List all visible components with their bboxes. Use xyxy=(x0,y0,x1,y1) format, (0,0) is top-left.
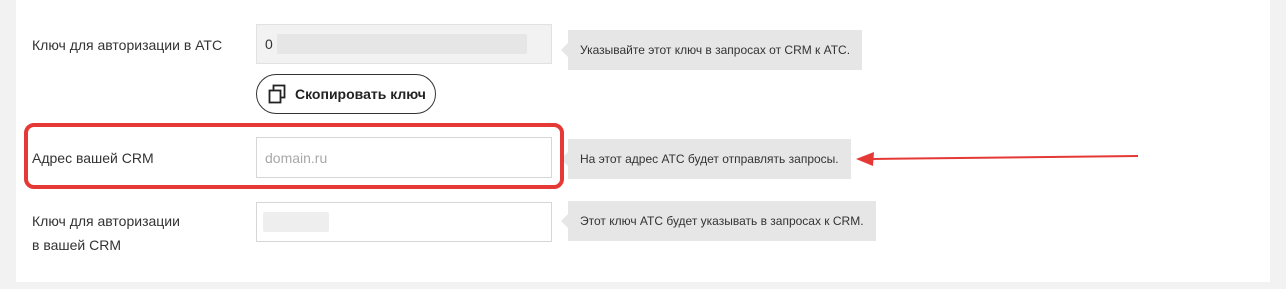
annotation-highlight-box xyxy=(24,123,564,189)
crm-key-label-line2: в вашей CRM xyxy=(32,237,122,253)
crm-key-field[interactable] xyxy=(256,202,552,242)
ats-key-field[interactable]: 0 xyxy=(256,24,552,64)
ats-key-value: 0 xyxy=(265,36,273,52)
copy-icon xyxy=(268,84,286,104)
crm-key-label-line1: Ключ для авторизации xyxy=(32,213,180,229)
crm-address-hint: На этот адрес АТС будет отправлять запро… xyxy=(561,139,851,179)
masked-crm-key-value xyxy=(263,212,329,232)
masked-key-value xyxy=(277,34,527,54)
crm-key-hint: Этот ключ АТС будет указывать в запросах… xyxy=(561,201,876,241)
ats-key-label: Ключ для авторизации в АТС xyxy=(32,37,223,53)
ats-key-hint: Указывайте этот ключ в запросах от CRM к… xyxy=(560,30,863,70)
copy-key-button[interactable]: Скопировать ключ xyxy=(256,74,436,114)
copy-key-label: Скопировать ключ xyxy=(295,86,426,102)
